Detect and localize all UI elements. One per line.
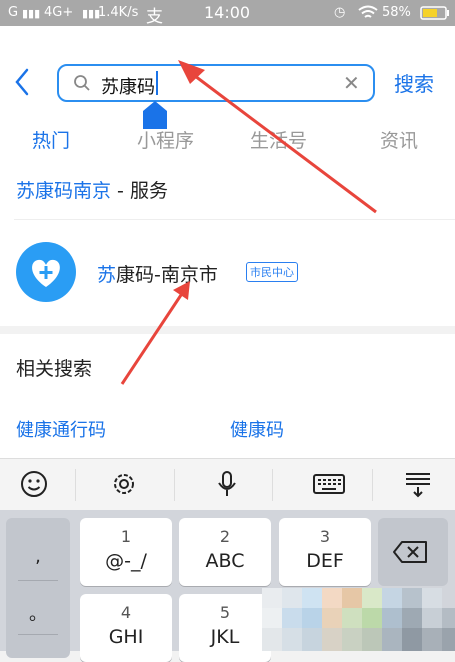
annotation-arrows [120, 60, 377, 385]
annotation-arrow-2 [120, 291, 185, 385]
annotation-arrow-head-2 [173, 281, 190, 300]
annotation-arrow-1 [194, 74, 377, 214]
